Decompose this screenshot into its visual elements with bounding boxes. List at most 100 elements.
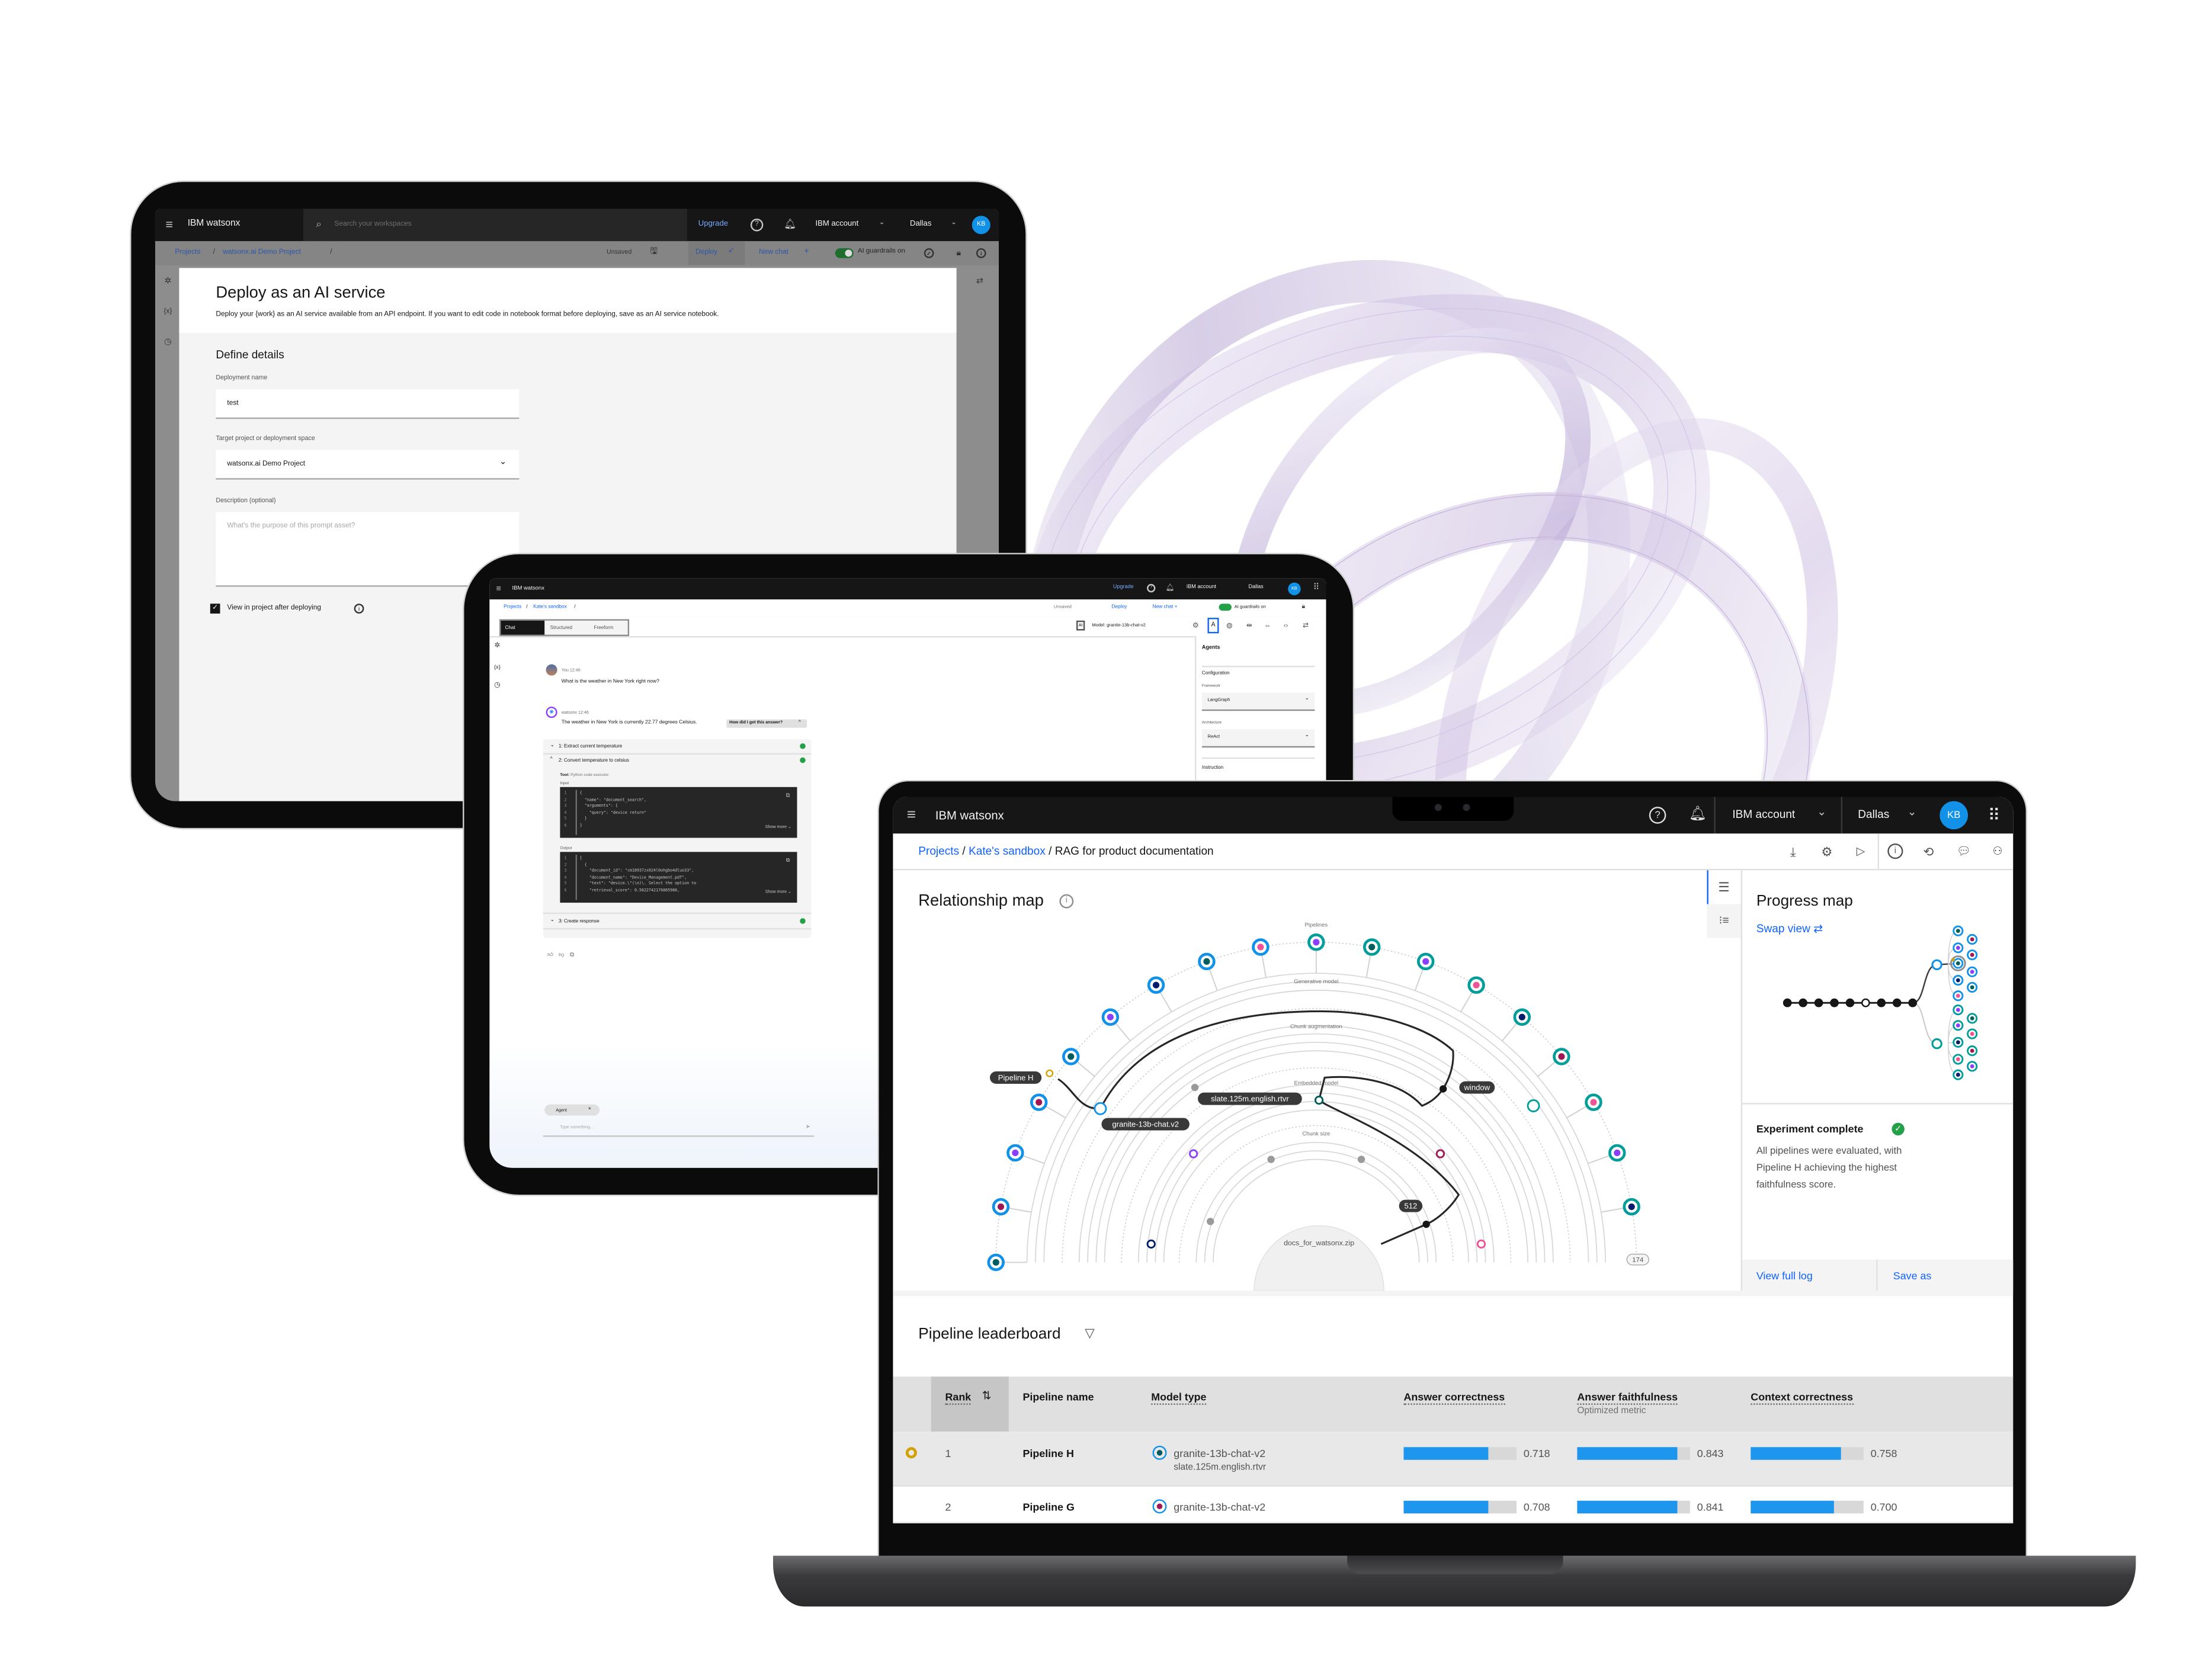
guardrails-toggle[interactable]	[1219, 604, 1232, 611]
upgrade-link[interactable]: Upgrade	[1113, 584, 1134, 591]
deployment-name-input[interactable]: test	[216, 389, 520, 419]
lock-icon[interactable]: 🔒︎	[954, 247, 964, 259]
pipeline-leaf-node[interactable]	[1967, 933, 1978, 945]
app-name[interactable]: IBM watsonx	[935, 809, 1004, 821]
pipeline-leaf-node[interactable]	[1953, 1054, 1964, 1065]
agent-chip[interactable]: Agent ×	[544, 1104, 600, 1116]
inner-node[interactable]	[1189, 1149, 1198, 1159]
hamburger-menu-icon[interactable]: ≡	[903, 806, 920, 825]
comment-icon[interactable]: 💬︎	[1955, 843, 1973, 861]
pipeline-node[interactable]	[1147, 976, 1165, 994]
callout-chunk-augmentation[interactable]: window	[1459, 1081, 1495, 1094]
pipeline-leaf-node[interactable]	[1953, 1037, 1964, 1048]
rank-column-header[interactable]: Rank ⇅	[931, 1376, 1009, 1432]
notification-bell-icon[interactable]: 🔔︎	[1165, 583, 1175, 594]
callout-overflow-count[interactable]: 174	[1626, 1253, 1649, 1266]
mode-tab-chat[interactable]: Chat	[501, 620, 545, 635]
pipeline-node[interactable]	[1608, 1144, 1626, 1162]
sort-icon[interactable]: ⇅	[982, 1390, 991, 1402]
pipeline-leaf-node[interactable]	[1967, 1028, 1978, 1039]
pipeline-node[interactable]	[987, 1253, 1005, 1272]
info-icon[interactable]: i	[976, 248, 986, 258]
progress-map-diagram[interactable]	[1742, 870, 2013, 1103]
inner-node[interactable]	[1435, 1149, 1445, 1159]
branch-node[interactable]	[1931, 1038, 1942, 1050]
copy-icon[interactable]: ⧉	[570, 951, 574, 958]
progress-step-node[interactable]	[1799, 998, 1808, 1007]
settings-icon[interactable]: ⚙︎	[1191, 621, 1201, 632]
pipeline-node[interactable]	[1416, 952, 1435, 971]
avatar[interactable]: KB	[1939, 801, 1969, 830]
architecture-select[interactable]: ReAct ⌄	[1201, 729, 1315, 748]
selected-inner-node[interactable]	[1439, 1085, 1447, 1093]
expand-icon[interactable]: ⇔	[1262, 621, 1272, 632]
table-row[interactable]: 2 Pipeline G granite-13b-chat-v2 0.708 0.841…	[893, 1486, 2014, 1523]
history-icon[interactable]: ◷	[492, 681, 502, 691]
show-more-button[interactable]: Show more ⌄	[765, 824, 791, 829]
thumbs-up-icon[interactable]: 👍︎	[547, 951, 553, 958]
pipeline-node[interactable]	[1252, 938, 1270, 956]
callout-generative-model[interactable]: granite-13b-chat.v2	[1101, 1118, 1190, 1131]
pipeline-leaf-node[interactable]	[1967, 1013, 1978, 1024]
progress-step-node[interactable]	[1845, 998, 1855, 1007]
progress-step-node[interactable]	[1908, 998, 1918, 1007]
mode-tab-freeform[interactable]: Freeform	[594, 624, 614, 630]
column-header-answer-correctness[interactable]: Answer correctness	[1403, 1392, 1505, 1404]
inner-node[interactable]	[1146, 1239, 1156, 1249]
hamburger-menu-icon[interactable]: ≡	[493, 583, 504, 595]
pipeline-node[interactable]	[1198, 952, 1216, 971]
pipeline-node[interactable]	[1006, 1144, 1024, 1162]
breadcrumb-projects[interactable]: Projects	[175, 249, 200, 257]
pipeline-node[interactable]	[1623, 1198, 1640, 1216]
region-switcher[interactable]: Dallas	[910, 221, 931, 229]
pipeline-name-cell[interactable]: Pipeline H	[1023, 1449, 1074, 1459]
deploy-button[interactable]: Deploy ➶	[688, 241, 745, 265]
tune-icon[interactable]: ◍	[1224, 621, 1235, 632]
pipeline-leaf-node[interactable]	[1953, 942, 1964, 954]
region-switcher[interactable]: Dallas	[1249, 584, 1264, 591]
pipeline-leaf-node[interactable]	[1967, 1045, 1978, 1057]
mode-tab-structured[interactable]: Structured	[550, 624, 572, 630]
branch-node[interactable]	[1931, 959, 1942, 971]
send-icon[interactable]: ➤	[806, 1124, 810, 1130]
pipeline-node[interactable]	[992, 1198, 1010, 1216]
breadcrumb-project[interactable]: watsonx.ai Demo Project	[223, 249, 301, 257]
notification-bell-icon[interactable]: 🔔︎	[783, 217, 797, 232]
progress-step-node[interactable]	[1892, 998, 1902, 1007]
chat-input[interactable]: Type something... ➤	[543, 1121, 815, 1137]
swap-panel-icon[interactable]: ⇄	[973, 277, 986, 288]
pipeline-node[interactable]	[1553, 1048, 1570, 1066]
account-switcher[interactable]: IBM account	[815, 221, 858, 229]
region-switcher[interactable]: Dallas	[1858, 809, 1889, 821]
save-icon[interactable]: 🖫︎	[649, 247, 659, 258]
pipeline-name-cell[interactable]: Pipeline G	[1023, 1502, 1075, 1513]
agent-icon[interactable]: A	[1207, 618, 1219, 634]
pipeline-leaf-node[interactable]	[1967, 949, 1978, 961]
thumbs-down-icon[interactable]: 👎︎	[559, 951, 565, 958]
new-chat-button[interactable]: New chat +	[1153, 604, 1178, 610]
pipeline-leaf-node[interactable]	[1953, 925, 1964, 936]
info-icon[interactable]: i	[354, 604, 364, 614]
breadcrumb-sandbox[interactable]: Kate's sandbox	[969, 845, 1046, 857]
breadcrumb-projects[interactable]: Projects	[918, 845, 959, 857]
pipeline-node[interactable]	[1101, 1008, 1120, 1026]
selected-inner-node[interactable]	[1422, 1220, 1430, 1228]
new-chat-button[interactable]: New chat	[759, 249, 788, 257]
relationship-map-diagram[interactable]: Pipelines Generative model Chunk augmentat…	[893, 870, 1707, 1291]
table-row[interactable]: 1 Pipeline H granite-13b-chat-v2 slate.125m…	[893, 1432, 2014, 1487]
hamburger-menu-icon[interactable]: ≡	[162, 217, 177, 233]
view-in-project-checkbox[interactable]: ✓	[210, 604, 220, 614]
inner-node[interactable]	[1191, 1083, 1199, 1092]
pipeline-node[interactable]	[1467, 976, 1485, 994]
bug-icon[interactable]: ✲	[492, 642, 502, 652]
callout-chunk-size[interactable]: 512	[1399, 1199, 1423, 1212]
column-header-context-correctness[interactable]: Context correctness	[1751, 1392, 1854, 1404]
step-row[interactable]: ⌄ 1: Extract current temperature	[543, 739, 812, 755]
app-name[interactable]: IBM watsonx	[188, 219, 241, 229]
callout-embedding-model[interactable]: slate.125m.english.rtvr	[1198, 1092, 1302, 1105]
pipeline-node[interactable]	[1062, 1048, 1080, 1066]
variables-icon[interactable]: {x}	[492, 662, 502, 672]
upgrade-link[interactable]: Upgrade	[698, 221, 728, 229]
inner-node[interactable]	[1094, 1102, 1107, 1115]
pipeline-leaf-node[interactable]	[1953, 990, 1964, 1002]
